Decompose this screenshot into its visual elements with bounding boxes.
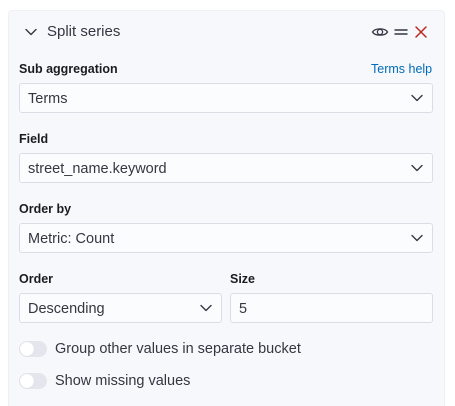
editor-container: Split series Sub aggregation Terms help …	[0, 0, 455, 406]
order-label: Order	[19, 272, 54, 286]
group-other-label[interactable]: Group other values in separate bucket	[55, 341, 301, 357]
panel-header: Split series	[9, 11, 444, 53]
field-select[interactable]: street_name.keyword	[19, 153, 433, 183]
order-by-value: Metric: Count	[28, 231, 115, 247]
terms-help-link[interactable]: Terms help	[371, 62, 432, 76]
sub-aggregation-select[interactable]: Terms	[19, 83, 433, 113]
order-value: Descending	[28, 301, 105, 317]
sub-aggregation-value: Terms	[28, 91, 68, 107]
split-series-panel: Split series Sub aggregation Terms help …	[8, 10, 445, 406]
close-icon[interactable]	[412, 23, 430, 41]
sub-aggregation-label: Sub aggregation	[19, 62, 118, 76]
panel-title[interactable]: Split series	[47, 23, 120, 40]
order-by-label: Order by	[19, 202, 72, 216]
size-value: 5	[239, 301, 248, 317]
order-select[interactable]: Descending	[19, 293, 222, 323]
show-missing-toggle[interactable]	[19, 373, 47, 389]
chevron-down-icon	[410, 161, 424, 175]
size-label: Size	[230, 272, 256, 286]
chevron-down-icon	[199, 301, 213, 315]
field-value: street_name.keyword	[28, 161, 167, 177]
order-by-select[interactable]: Metric: Count	[19, 223, 433, 253]
field-label: Field	[19, 132, 49, 146]
chevron-down-icon	[410, 91, 424, 105]
eye-icon[interactable]	[371, 23, 389, 41]
chevron-down-icon[interactable]	[23, 24, 39, 40]
show-missing-label[interactable]: Show missing values	[55, 373, 190, 389]
group-other-toggle[interactable]	[19, 341, 47, 357]
toggle-knob	[20, 374, 34, 388]
toggle-knob	[20, 342, 34, 356]
drag-handle-icon[interactable]	[392, 23, 410, 41]
chevron-down-icon	[410, 231, 424, 245]
size-input[interactable]: 5	[230, 293, 433, 323]
